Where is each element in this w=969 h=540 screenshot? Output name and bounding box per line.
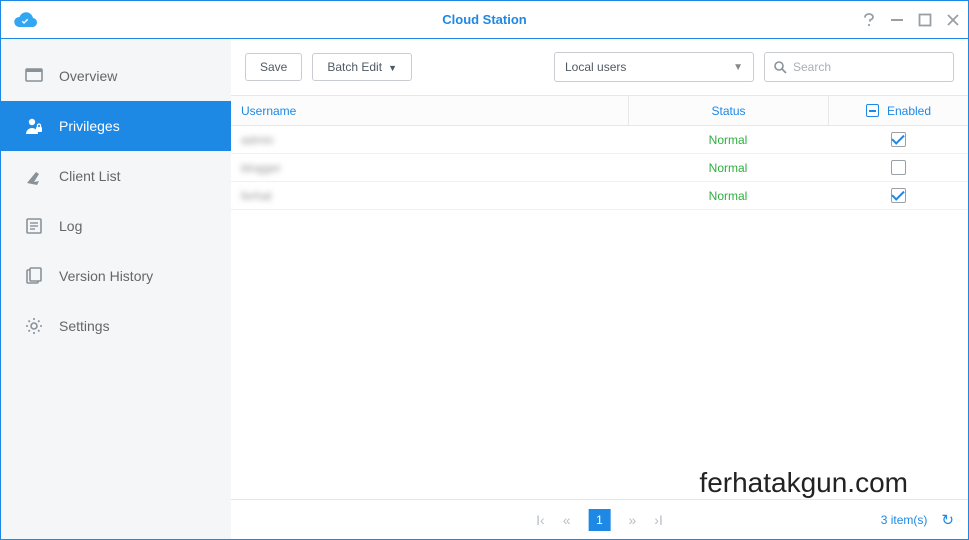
last-page-button[interactable]: ›I: [654, 512, 663, 528]
cell-username: ferhat: [231, 189, 628, 203]
sidebar-item-label: Log: [59, 218, 82, 234]
watermark: ferhatakgun.com: [699, 467, 908, 499]
sidebar-item-label: Privileges: [59, 118, 120, 134]
titlebar: Cloud Station: [1, 1, 968, 39]
col-header-username[interactable]: Username: [231, 104, 628, 118]
cell-status: Normal: [628, 189, 828, 203]
main-panel: Save Batch Edit ▼ Local users ▼ Username …: [231, 39, 968, 539]
table-row[interactable]: ferhatNormal: [231, 182, 968, 210]
user-filter-select[interactable]: Local users ▼: [554, 52, 754, 82]
col-header-status[interactable]: Status: [628, 96, 828, 125]
enabled-checkbox[interactable]: [891, 188, 906, 203]
sidebar: Overview Privileges Client List Log Vers…: [1, 39, 231, 539]
log-icon: [23, 215, 45, 237]
chevron-down-icon: ▼: [733, 62, 743, 73]
close-icon[interactable]: [946, 13, 960, 27]
maximize-icon[interactable]: [918, 13, 932, 27]
minimize-icon[interactable]: [890, 13, 904, 27]
select-value: Local users: [565, 60, 626, 74]
version-history-icon: [23, 265, 45, 287]
sidebar-item-label: Version History: [59, 268, 153, 284]
help-icon[interactable]: [862, 13, 876, 27]
next-page-button[interactable]: »: [629, 512, 637, 528]
sidebar-item-settings[interactable]: Settings: [1, 301, 231, 351]
cell-username: blogger: [231, 161, 628, 175]
sidebar-item-label: Overview: [59, 68, 117, 84]
sidebar-item-overview[interactable]: Overview: [1, 51, 231, 101]
sidebar-item-label: Settings: [59, 318, 110, 334]
window-title: Cloud Station: [442, 12, 527, 27]
client-list-icon: [23, 165, 45, 187]
enabled-checkbox[interactable]: [891, 160, 906, 175]
enabled-checkbox[interactable]: [891, 132, 906, 147]
sidebar-item-privileges[interactable]: Privileges: [1, 101, 231, 151]
privileges-icon: [23, 115, 45, 137]
settings-icon: [23, 315, 45, 337]
sidebar-item-version-history[interactable]: Version History: [1, 251, 231, 301]
toolbar: Save Batch Edit ▼ Local users ▼: [231, 39, 968, 95]
first-page-button[interactable]: I‹: [536, 512, 545, 528]
table-row[interactable]: adminNormal: [231, 126, 968, 154]
pager: I‹ « 1 » ›I 3 item(s) ↻: [231, 499, 968, 539]
prev-page-button[interactable]: «: [563, 512, 571, 528]
search-box[interactable]: [764, 52, 954, 82]
chevron-down-icon: ▼: [388, 63, 397, 73]
window-controls: [862, 13, 960, 27]
table-header: Username Status Enabled: [231, 96, 968, 126]
overview-icon: [23, 65, 45, 87]
search-input[interactable]: [793, 60, 948, 74]
batch-edit-button[interactable]: Batch Edit ▼: [312, 53, 412, 81]
sidebar-item-log[interactable]: Log: [1, 201, 231, 251]
refresh-button[interactable]: ↻: [941, 511, 954, 529]
save-button[interactable]: Save: [245, 53, 302, 81]
page-number[interactable]: 1: [589, 509, 611, 531]
users-table: Username Status Enabled adminNormalblogg…: [231, 95, 968, 210]
cell-enabled: [828, 188, 968, 203]
sidebar-item-client-list[interactable]: Client List: [1, 151, 231, 201]
table-row[interactable]: bloggerNormal: [231, 154, 968, 182]
indeterminate-checkbox-icon: [866, 104, 879, 117]
col-header-enabled-label: Enabled: [887, 104, 931, 118]
app-logo-icon: [13, 10, 39, 30]
cell-enabled: [828, 132, 968, 147]
cell-status: Normal: [628, 133, 828, 147]
col-header-enabled[interactable]: Enabled: [828, 96, 968, 125]
batch-edit-label: Batch Edit: [327, 60, 382, 74]
cell-enabled: [828, 160, 968, 175]
search-icon: [773, 60, 787, 74]
item-count: 3 item(s): [881, 513, 928, 527]
cell-status: Normal: [628, 161, 828, 175]
sidebar-item-label: Client List: [59, 168, 120, 184]
cell-username: admin: [231, 133, 628, 147]
